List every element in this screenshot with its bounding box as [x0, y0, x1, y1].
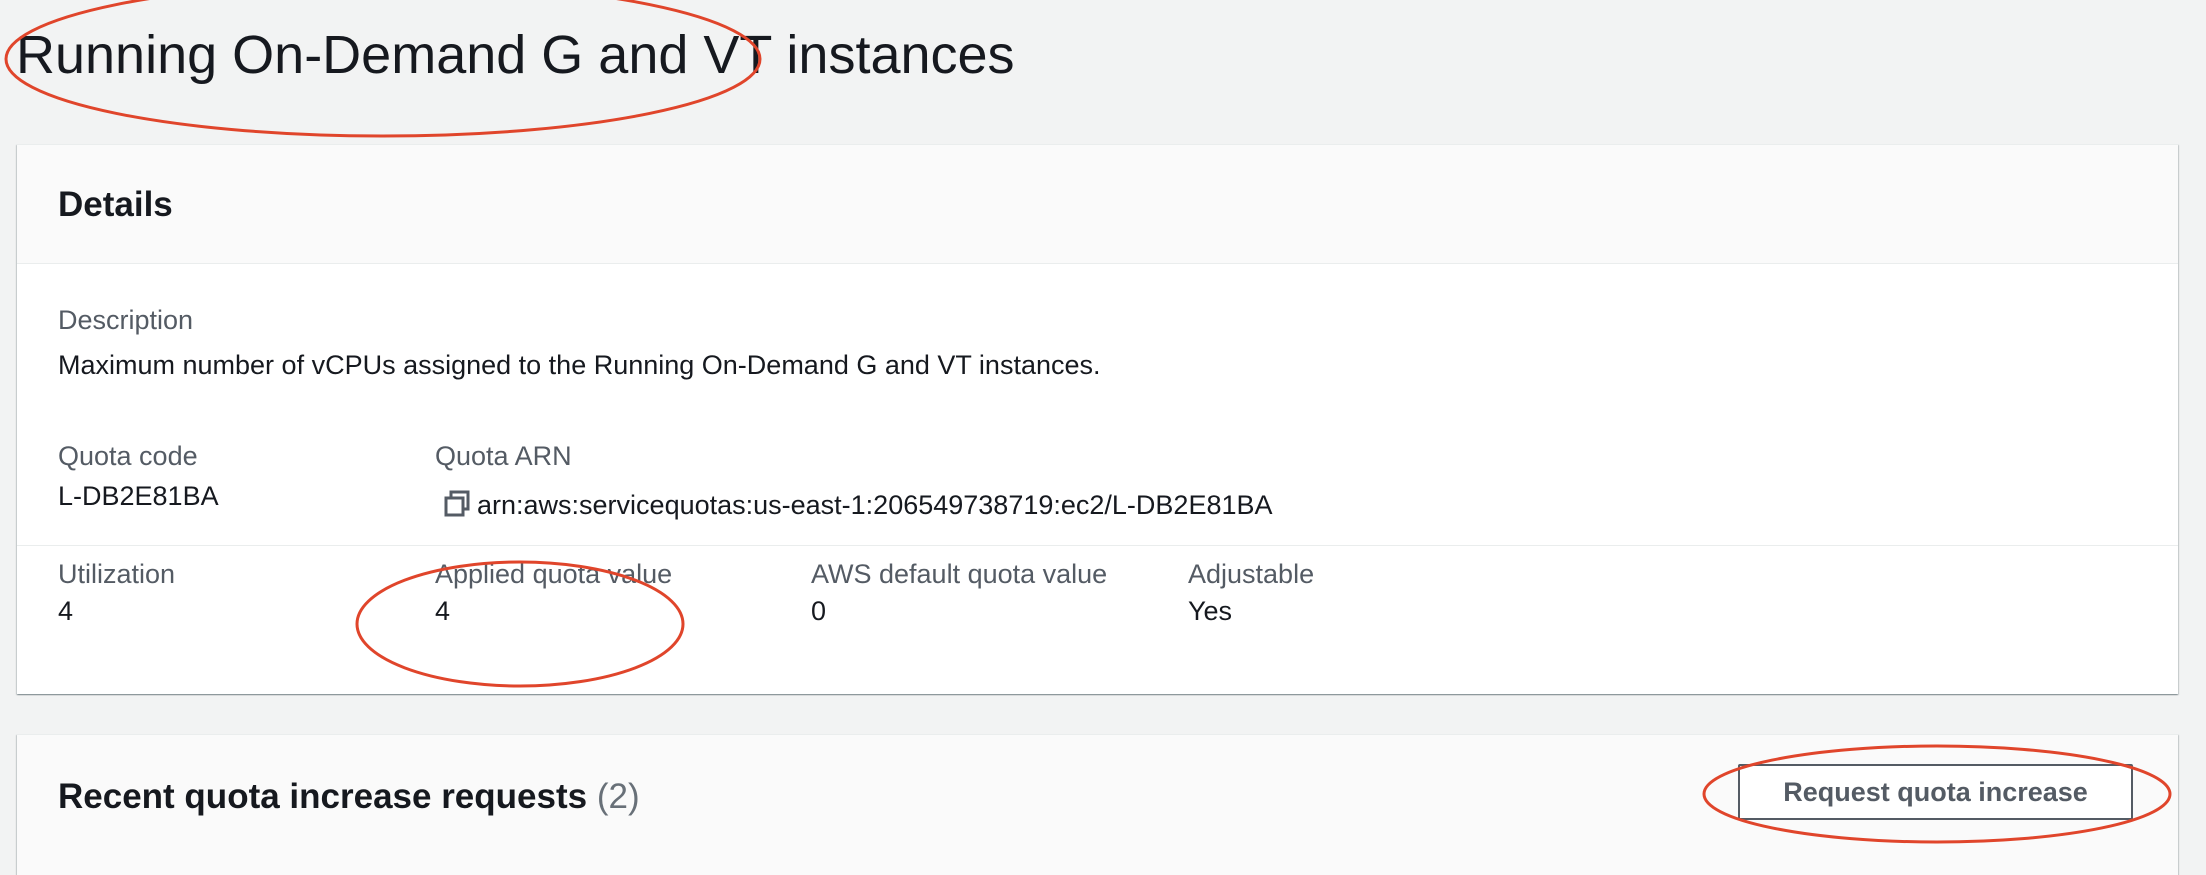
adjustable-label: Adjustable: [1188, 559, 1315, 589]
utilization-label: Utilization: [58, 559, 176, 589]
recent-requests-count: (2): [596, 777, 640, 816]
recent-requests-panel: Recent quota increase requests (2) Reque…: [17, 734, 2178, 875]
description-label: Description: [58, 305, 194, 335]
applied-quota-value: 4: [435, 596, 451, 626]
description-value: Maximum number of vCPUs assigned to the …: [58, 350, 1101, 380]
details-header: Details: [17, 145, 2178, 264]
request-quota-increase-button[interactable]: Request quota increase: [1738, 764, 2133, 820]
quota-code-label: Quota code: [58, 441, 198, 471]
details-divider: [17, 545, 2178, 546]
quota-code-value: L-DB2E81BA: [58, 481, 219, 511]
default-quota-value: 0: [811, 596, 827, 626]
details-panel: Details Description Maximum number of vC…: [17, 144, 2178, 694]
page-title: Running On-Demand G and VT instances: [16, 25, 1015, 85]
default-quota-label: AWS default quota value: [811, 559, 1108, 589]
recent-requests-title: Recent quota increase requests: [58, 777, 588, 816]
adjustable-value: Yes: [1188, 596, 1233, 626]
applied-quota-label: Applied quota value: [435, 559, 673, 589]
quota-arn-value: arn:aws:servicequotas:us-east-1:20654973…: [477, 490, 1273, 520]
recent-requests-heading: Recent quota increase requests (2): [58, 775, 640, 819]
details-heading: Details: [58, 185, 173, 224]
copy-icon[interactable]: [442, 489, 472, 519]
utilization-value: 4: [58, 596, 74, 626]
quota-arn-label: Quota ARN: [435, 441, 572, 471]
